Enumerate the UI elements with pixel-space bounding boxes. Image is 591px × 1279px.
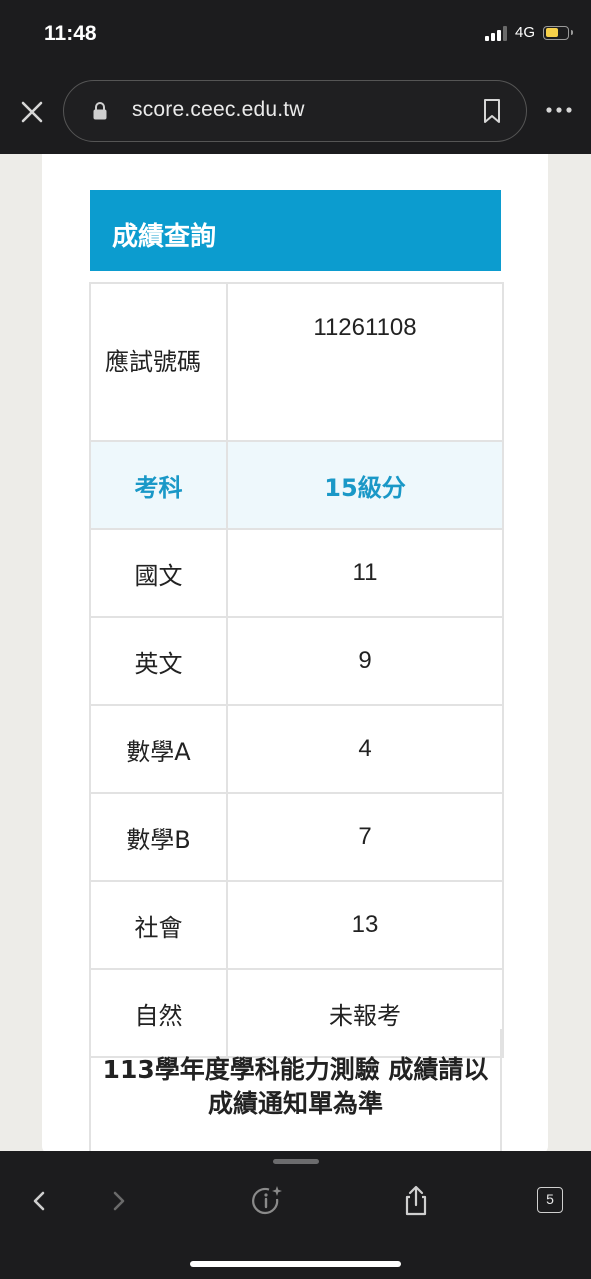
lock-icon: [92, 101, 108, 121]
table-row: 英文 9: [89, 616, 504, 706]
chevron-left-icon[interactable]: [22, 1183, 58, 1219]
subject-cell: 國文: [89, 528, 228, 618]
bookmark-icon[interactable]: [482, 98, 502, 124]
status-indicators: 4G: [484, 24, 573, 41]
score-table: 應試號碼 11261108 考科 15級分 國文 11 英文 9 數學A 4 數…: [89, 282, 504, 1058]
panel-title: 成績查詢: [112, 222, 217, 252]
subject-cell: 英文: [89, 616, 228, 706]
table-header-row: 考科 15級分: [89, 440, 504, 530]
home-indicator: [190, 1261, 401, 1267]
table-row: 數學B 7: [89, 792, 504, 882]
score-cell: 4: [226, 704, 504, 794]
tabs-icon[interactable]: 5: [537, 1187, 563, 1213]
subject-cell: 社會: [89, 880, 228, 970]
score-cell: 9: [226, 616, 504, 706]
share-icon[interactable]: [398, 1183, 434, 1219]
sheet-grabber[interactable]: [273, 1159, 319, 1164]
status-time: 11:48: [44, 22, 97, 45]
exam-id-value: 11261108: [226, 282, 504, 442]
header-subject: 考科: [89, 440, 228, 530]
score-cell: 11: [226, 528, 504, 618]
score-cell: 13: [226, 880, 504, 970]
browser-bottom-toolbar: 5: [0, 1151, 591, 1279]
network-type: 4G: [514, 24, 535, 41]
close-icon[interactable]: [16, 96, 48, 128]
score-cell: 7: [226, 792, 504, 882]
score-note: 113學年度學科能力測驗 成績請以成績通知單為準: [102, 1055, 489, 1118]
chevron-right-icon[interactable]: [100, 1183, 136, 1219]
more-icon[interactable]: [545, 100, 573, 120]
panel-header: 成績查詢: [90, 190, 501, 271]
table-row: 國文 11: [89, 528, 504, 618]
table-row-exam-id: 應試號碼 11261108: [89, 282, 504, 442]
note-box: 113學年度學科能力測驗 成績請以成績通知單為準: [89, 1029, 502, 1154]
table-row: 社會 13: [89, 880, 504, 970]
subject-cell: 數學A: [89, 704, 228, 794]
subject-cell: 數學B: [89, 792, 228, 882]
cellular-signal-icon: [484, 25, 507, 41]
table-row: 數學A 4: [89, 704, 504, 794]
url-text[interactable]: score.ceec.edu.tw: [132, 98, 305, 122]
header-score: 15級分: [226, 440, 504, 530]
battery-icon: [543, 25, 573, 40]
browser-top-bar: 11:48 4G score.ceec.edu.tw: [0, 0, 591, 154]
address-bar[interactable]: score.ceec.edu.tw: [63, 80, 527, 142]
info-sparkle-icon[interactable]: [249, 1183, 285, 1219]
exam-id-label: 應試號碼: [89, 282, 228, 442]
